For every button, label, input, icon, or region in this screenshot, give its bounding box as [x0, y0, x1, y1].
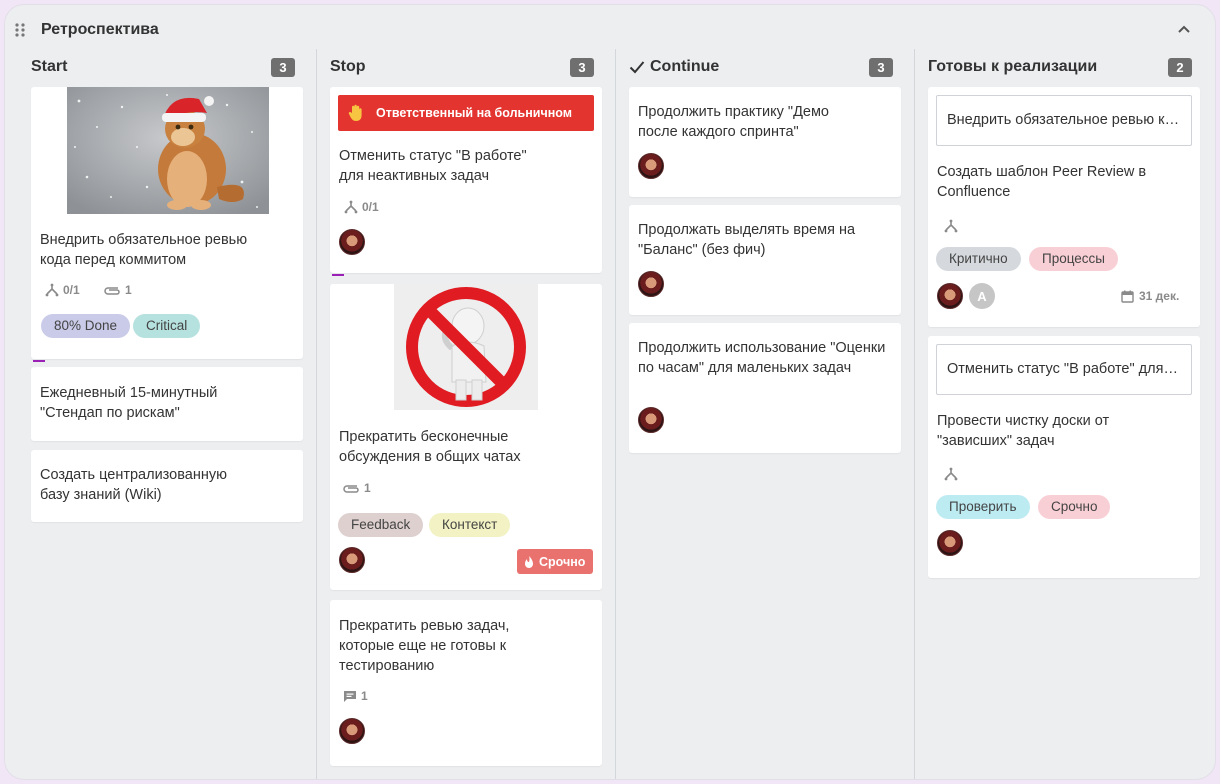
- column-ready: Готовы к реализации 2 Внедрить обязатель…: [902, 49, 1200, 779]
- column-count-badge: 3: [271, 58, 295, 77]
- tag[interactable]: Critical: [133, 314, 201, 338]
- subtasks-icon: [944, 467, 958, 481]
- card[interactable]: Прекратить ревью задач, которые еще не г…: [330, 600, 602, 766]
- urgent-badge: Срочно: [517, 549, 594, 574]
- column-count-badge: 2: [1168, 58, 1192, 77]
- tag[interactable]: Процессы: [1029, 247, 1119, 271]
- avatar[interactable]: [937, 283, 963, 309]
- subtasks-icon: [344, 200, 358, 214]
- subtasks-counter: 0/1: [344, 200, 379, 214]
- card-title: Продолжать выделять время на "Баланс" (б…: [638, 222, 856, 258]
- due-date-value: 31 дек.: [1139, 289, 1180, 303]
- card-title: Отменить статус "В работе" для неактивны…: [339, 148, 527, 184]
- card-progress-indicator: [332, 274, 344, 276]
- card[interactable]: Продолжить использование "Оценки по часа…: [629, 323, 901, 453]
- tag[interactable]: 80% Done: [41, 314, 131, 338]
- card[interactable]: Отменить статус "В работе" для неактивны…: [928, 336, 1200, 578]
- calendar-icon: [1121, 290, 1134, 303]
- tag[interactable]: Feedback: [338, 513, 424, 537]
- fire-icon: [525, 555, 533, 568]
- card[interactable]: Продолжить практику "Демо после каждого …: [629, 87, 901, 197]
- card[interactable]: Создать централизованную базу знаний (Wi…: [31, 450, 303, 522]
- avatar[interactable]: A: [969, 283, 995, 309]
- avatar[interactable]: [339, 547, 365, 573]
- card[interactable]: Внедрить обязательное ревью кода перед к…: [928, 87, 1200, 327]
- card[interactable]: Продолжать выделять время на "Баланс" (б…: [629, 205, 901, 315]
- card-title: Создать шаблон Peer Review в Confluence: [937, 164, 1147, 200]
- card-title: Ежедневный 15-минутный "Стендап по риска…: [40, 385, 218, 421]
- attachments-counter: 1: [103, 283, 132, 297]
- linked-card-preview[interactable]: Отменить статус "В работе" для неактивны…: [936, 344, 1192, 395]
- avatar[interactable]: [638, 271, 664, 297]
- hand-stop-icon: [348, 104, 362, 121]
- tag[interactable]: Срочно: [1038, 495, 1111, 519]
- paperclip-icon: [343, 485, 359, 493]
- board-title: Ретроспектива: [41, 21, 159, 38]
- subtasks-value: 0/1: [362, 200, 379, 214]
- column-title-text: Stop: [330, 58, 366, 75]
- checkmark-icon: [629, 61, 645, 74]
- board-panel: Ретроспектива Start 3 Внедрить обязатель…: [4, 4, 1216, 780]
- subtasks-icon: [45, 283, 59, 297]
- card[interactable]: Ответственный на больничном Отменить ста…: [330, 87, 602, 273]
- column-title: Stop: [330, 58, 366, 76]
- avatar[interactable]: [339, 718, 365, 744]
- chevron-up-icon[interactable]: [1177, 24, 1191, 34]
- card[interactable]: Ежедневный 15-минутный "Стендап по риска…: [31, 367, 303, 441]
- paperclip-icon: [104, 287, 120, 295]
- urgent-badge-label: Срочно: [539, 554, 586, 569]
- board-header: Ретроспектива: [5, 5, 1215, 49]
- card-title: Создать централизованную базу знаний (Wi…: [40, 467, 227, 503]
- avatar[interactable]: [638, 153, 664, 179]
- subtasks-icon: [944, 219, 958, 233]
- column-title: Start: [31, 58, 67, 76]
- comment-icon: [344, 690, 356, 702]
- card[interactable]: Прекратить бесконечные обсуждения в общи…: [330, 284, 602, 590]
- tag[interactable]: Проверить: [936, 495, 1030, 519]
- drag-handle-icon[interactable]: [15, 23, 25, 37]
- tag[interactable]: Контекст: [429, 513, 511, 537]
- card-title: Провести чистку доски от "зависших" зада…: [937, 413, 1110, 449]
- column-count-badge: 3: [570, 58, 594, 77]
- column-count-badge: 3: [869, 58, 893, 77]
- column-stop: Stop 3 Ответственный на больничном Отмен…: [304, 49, 602, 779]
- card-cover-image: [394, 284, 538, 410]
- column-title: Continue: [629, 58, 719, 76]
- card-title: Продолжить использование "Оценки по часа…: [638, 340, 886, 376]
- subtasks-value: 0/1: [63, 283, 80, 297]
- attachments-counter: 1: [342, 481, 371, 495]
- column-title-text: Continue: [650, 58, 720, 75]
- avatar[interactable]: [638, 407, 664, 433]
- due-date: 31 дек.: [1121, 289, 1179, 303]
- card[interactable]: Внедрить обязательное ревью кода перед к…: [31, 87, 303, 359]
- card-title: Прекратить ревью задач, которые еще не г…: [339, 618, 510, 674]
- column-title: Готовы к реализации: [928, 58, 1097, 76]
- card-title: Прекратить бесконечные обсуждения в общи…: [339, 429, 521, 465]
- card-title: Внедрить обязательное ревью кода перед к…: [40, 232, 248, 268]
- tag[interactable]: Критично: [936, 247, 1021, 271]
- column-title-text: Готовы к реализации: [928, 58, 1098, 75]
- comments-value: 1: [361, 689, 368, 703]
- attachments-value: 1: [364, 481, 371, 495]
- card-progress-indicator: [33, 360, 45, 362]
- blocker-banner: Ответственный на больничном: [338, 95, 594, 131]
- card-title: Продолжить практику "Демо после каждого …: [638, 104, 829, 140]
- card-cover-image: [67, 87, 269, 214]
- column-title-text: Start: [31, 58, 68, 75]
- column-continue: Continue 3 Продолжить практику "Демо пос…: [603, 49, 901, 779]
- attachments-value: 1: [125, 283, 132, 297]
- avatar[interactable]: [937, 530, 963, 556]
- subtasks-counter: 0/1: [45, 283, 80, 297]
- comments-counter: 1: [343, 689, 368, 703]
- blocker-text: Ответственный на больничном: [376, 106, 572, 120]
- avatar[interactable]: [339, 229, 365, 255]
- linked-card-preview[interactable]: Внедрить обязательное ревью кода перед к…: [936, 95, 1192, 146]
- column-start: Start 3 Внедрить обязательное ревью кода…: [5, 49, 303, 779]
